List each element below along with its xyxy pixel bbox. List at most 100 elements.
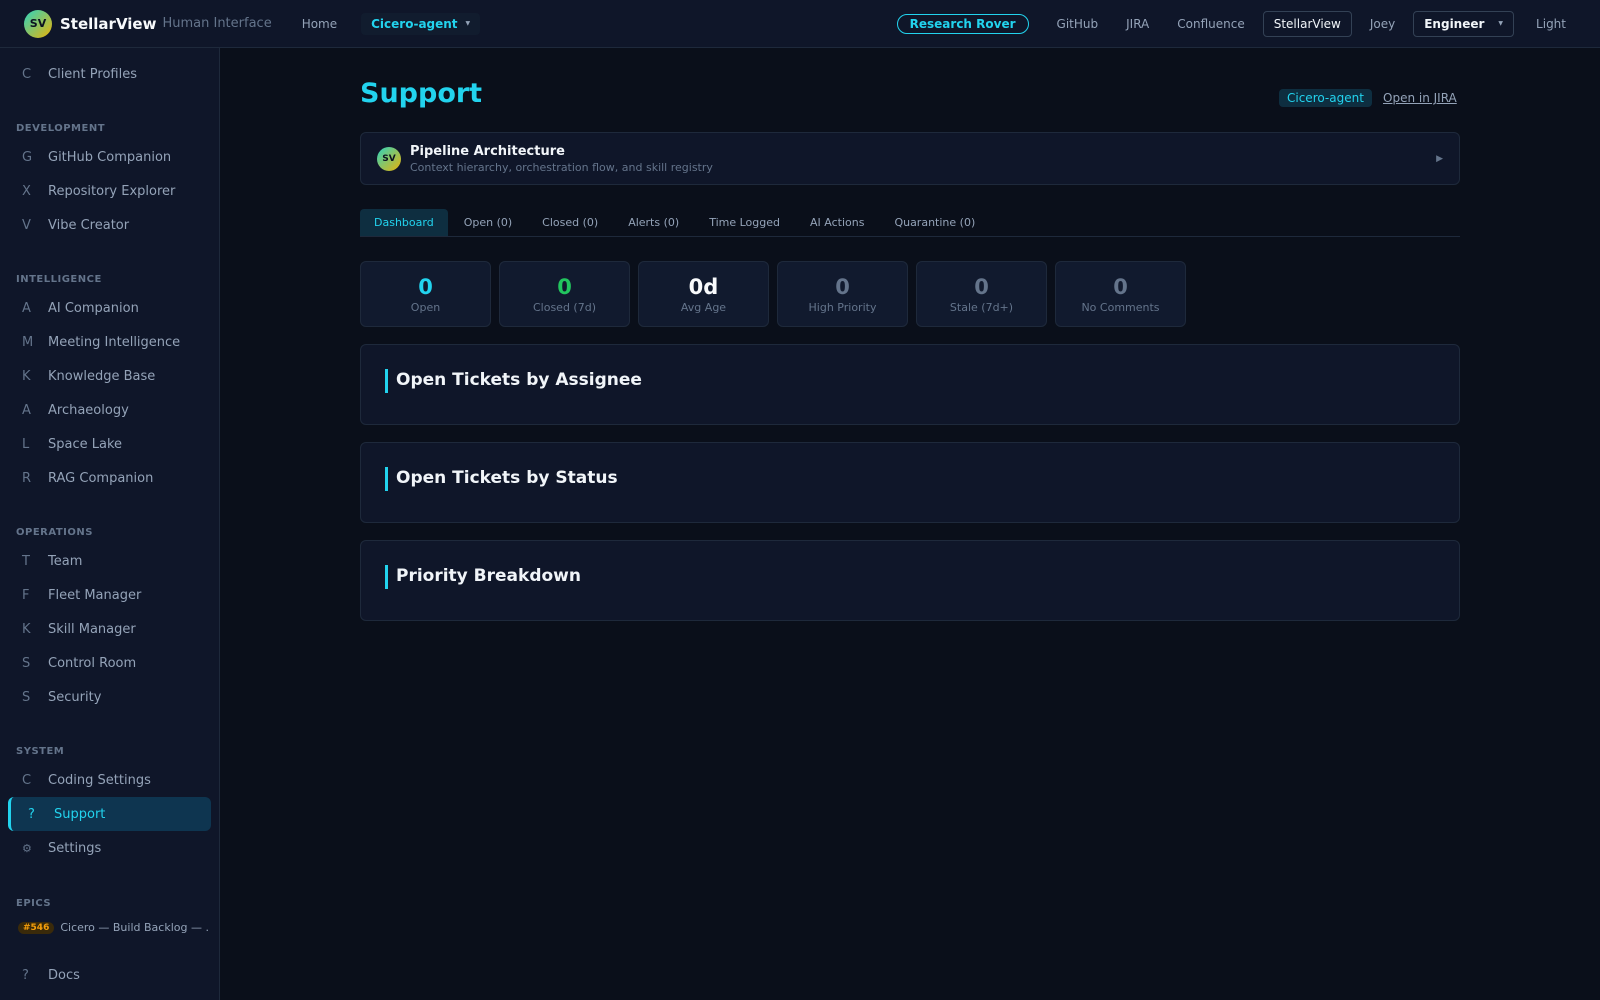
sidebar-item-label: Control Room: [48, 655, 137, 671]
gear-icon: ⚙: [22, 841, 32, 855]
stats-row: 0 Open 0 Closed (7d) 0d Avg Age 0 High P…: [360, 261, 1186, 327]
play-icon[interactable]: ▶: [1436, 154, 1443, 164]
github-link[interactable]: GitHub: [1047, 13, 1109, 35]
epic-badge: #546: [18, 921, 55, 934]
stat-label: No Comments: [1081, 300, 1160, 314]
sidebar-item-team[interactable]: T Team: [8, 544, 211, 578]
sidebar-item-label: Settings: [48, 840, 102, 856]
sidebar-item-label: AI Companion: [48, 300, 139, 316]
sidebar-item-skill-manager[interactable]: K Skill Manager: [8, 612, 211, 646]
card-open-tickets-by-status: Open Tickets by Status: [360, 442, 1460, 523]
rag-companion-icon: R: [22, 470, 32, 486]
sidebar-item-client-profiles[interactable]: C Client Profiles: [8, 57, 211, 91]
sidebar-item-github-companion[interactable]: G GitHub Companion: [8, 140, 211, 174]
brand-subtitle: Human Interface: [162, 16, 272, 31]
section-operations: OPERATIONS: [16, 527, 93, 538]
control-room-icon: S: [22, 655, 31, 671]
top-right-nav: Research Rover GitHub JIRA Confluence St…: [896, 10, 1576, 37]
user-link[interactable]: Joey: [1360, 13, 1405, 35]
sidebar: C Client Profiles DEVELOPMENT G GitHub C…: [0, 48, 220, 1000]
card-accent-bar: [385, 369, 388, 393]
sidebar-item-archaeology[interactable]: A Archaeology: [8, 393, 211, 427]
agent-select[interactable]: Cicero-agent ▼: [361, 12, 481, 35]
sidebar-item-security[interactable]: S Security: [8, 680, 211, 714]
archaeology-icon: A: [22, 402, 31, 418]
coding-settings-icon: C: [22, 772, 32, 788]
stat-open: 0 Open: [360, 261, 491, 327]
sidebar-item-label: Repository Explorer: [48, 183, 176, 199]
card-accent-bar: [385, 467, 388, 491]
pipeline-subtitle: Context hierarchy, orchestration flow, a…: [410, 160, 713, 174]
tab-ai-actions[interactable]: AI Actions: [796, 209, 878, 236]
stat-label: Open: [410, 300, 441, 314]
sidebar-item-label: Space Lake: [48, 436, 123, 452]
role-select[interactable]: Engineer ▼: [1413, 10, 1515, 37]
card-open-tickets-by-assignee: Open Tickets by Assignee: [360, 344, 1460, 425]
stat-stale: 0 Stale (7d+): [916, 261, 1047, 327]
sidebar-item-space-lake[interactable]: L Space Lake: [8, 427, 211, 461]
skill-manager-icon: K: [22, 621, 31, 637]
stat-value: 0: [1113, 274, 1128, 299]
sidebar-item-coding-settings[interactable]: C Coding Settings: [8, 763, 211, 797]
sidebar-item-ai-companion[interactable]: A AI Companion: [8, 291, 211, 325]
stat-value: 0: [835, 274, 850, 299]
sidebar-item-repository-explorer[interactable]: X Repository Explorer: [8, 174, 211, 208]
page-title: Support: [360, 78, 483, 109]
stat-label: Avg Age: [680, 300, 727, 314]
agent-tag: Cicero-agent: [1279, 89, 1372, 107]
ai-companion-icon: A: [22, 300, 31, 316]
sidebar-item-docs[interactable]: ? Docs: [8, 958, 211, 992]
stellarview-link[interactable]: StellarView: [1262, 10, 1352, 37]
pipeline-text: Pipeline Architecture Context hierarchy,…: [410, 144, 713, 174]
stat-value: 0: [974, 274, 989, 299]
client-profiles-icon: C: [22, 66, 32, 82]
tab-alerts[interactable]: Alerts (0): [614, 209, 693, 236]
sidebar-item-rag-companion[interactable]: R RAG Companion: [8, 461, 211, 495]
confluence-link[interactable]: Confluence: [1167, 13, 1254, 35]
epic-item[interactable]: #546 Cicero — Build Backlog — ...: [18, 921, 208, 934]
sidebar-item-label: Skill Manager: [48, 621, 136, 637]
pipeline-architecture-banner[interactable]: SV Pipeline Architecture Context hierarc…: [360, 132, 1460, 185]
sidebar-item-meeting-intelligence[interactable]: M Meeting Intelligence: [8, 325, 211, 359]
stat-value: 0: [418, 274, 433, 299]
sidebar-item-knowledge-base[interactable]: K Knowledge Base: [8, 359, 211, 393]
tab-open[interactable]: Open (0): [450, 209, 526, 236]
security-icon: S: [22, 689, 31, 705]
sidebar-item-label: Vibe Creator: [48, 217, 130, 233]
caret-down-icon: ▼: [1498, 20, 1504, 27]
sidebar-item-settings[interactable]: ⚙ Settings: [8, 831, 211, 865]
sidebar-item-fleet-manager[interactable]: F Fleet Manager: [8, 578, 211, 612]
pipeline-title: Pipeline Architecture: [410, 143, 565, 159]
tab-quarantine[interactable]: Quarantine (0): [880, 209, 989, 236]
tab-dashboard[interactable]: Dashboard: [360, 209, 448, 236]
sidebar-item-label: Coding Settings: [48, 772, 151, 788]
stat-closed-7d: 0 Closed (7d): [499, 261, 630, 327]
sidebar-item-label: Meeting Intelligence: [48, 334, 181, 350]
card-title: Open Tickets by Status: [396, 468, 618, 488]
sidebar-item-label: Docs: [48, 967, 80, 983]
stat-no-comments: 0 No Comments: [1055, 261, 1186, 327]
section-system: SYSTEM: [16, 746, 65, 757]
logo-badge[interactable]: SV: [24, 9, 52, 38]
brand-name[interactable]: StellarView: [60, 15, 156, 33]
meeting-intelligence-icon: M: [22, 334, 34, 350]
vibe-creator-icon: V: [22, 217, 31, 233]
open-in-jira-link[interactable]: Open in JIRA: [1383, 91, 1457, 105]
sidebar-item-label: Knowledge Base: [48, 368, 156, 384]
sidebar-item-support[interactable]: ? Support: [8, 797, 211, 831]
research-rover-button[interactable]: Research Rover: [896, 13, 1029, 34]
sidebar-item-vibe-creator[interactable]: V Vibe Creator: [8, 208, 211, 242]
sidebar-item-control-room[interactable]: S Control Room: [8, 646, 211, 680]
tab-bar: Dashboard Open (0) Closed (0) Alerts (0)…: [360, 209, 1460, 237]
card-priority-breakdown: Priority Breakdown: [360, 540, 1460, 621]
jira-link[interactable]: JIRA: [1116, 13, 1159, 35]
tab-closed[interactable]: Closed (0): [528, 209, 612, 236]
home-link[interactable]: Home: [292, 13, 347, 35]
theme-toggle[interactable]: Light: [1526, 13, 1576, 35]
tab-time-logged[interactable]: Time Logged: [695, 209, 794, 236]
agent-select-label: Cicero-agent: [371, 16, 458, 31]
top-bar: SV StellarView Human Interface Home Cice…: [0, 0, 1600, 48]
sidebar-item-label: Team: [48, 553, 83, 569]
card-title: Open Tickets by Assignee: [396, 370, 642, 390]
sidebar-item-label: Client Profiles: [48, 66, 137, 82]
